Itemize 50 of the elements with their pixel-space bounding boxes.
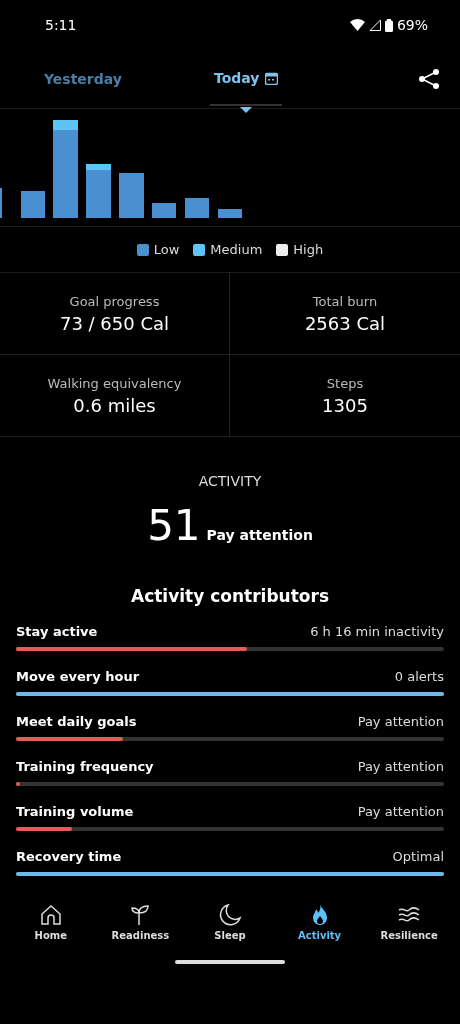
section-title: ACTIVITY (198, 473, 262, 489)
calendar-icon (265, 71, 279, 85)
share-icon[interactable] (418, 68, 440, 90)
contributor-reading: Pay attention (357, 804, 444, 819)
contributor-name: Move every hour (16, 669, 140, 684)
wifi-icon (349, 19, 365, 31)
status-time: 5:11 (45, 17, 77, 33)
stat-value: 73 / 650 Cal (59, 312, 170, 334)
activity-score: 51 (147, 501, 201, 550)
contributor-reading: Optimal (392, 849, 444, 864)
contributor-name: Training frequency (16, 759, 154, 774)
chart-bar-segment (86, 164, 111, 170)
contributors-heading: Activity contributors (131, 586, 329, 606)
contributor-reading: 0 alerts (394, 669, 444, 684)
chart-bar (218, 209, 242, 218)
contributor-reading: Pay attention (357, 714, 444, 729)
nav-tab[interactable]: Sleep (190, 902, 270, 942)
home-icon (38, 903, 63, 927)
contributor-name: Stay active (16, 624, 98, 639)
contributor-name: Meet daily goals (16, 714, 137, 729)
nav-tab[interactable]: Activity (279, 902, 360, 942)
stat-label: Total burn (312, 293, 378, 309)
stat-value: 2563 Cal (304, 312, 386, 334)
signal-icon (368, 19, 381, 31)
contributor-name: Recovery time (16, 849, 122, 864)
stat-label: Goal progress (69, 293, 160, 309)
chart-bar (152, 203, 176, 218)
contributor-name: Training volume (16, 804, 134, 819)
stat-label: Steps (326, 375, 364, 391)
moon-icon (218, 903, 242, 927)
battery-percent: 69% (396, 17, 428, 33)
nav-tab[interactable]: Resilience (369, 902, 450, 942)
chart-bar (86, 170, 111, 218)
legend-label: Low (153, 242, 180, 257)
score-status: Pay attention (206, 527, 313, 543)
legend-label: High (293, 242, 324, 257)
contributor-reading: 6 h 16 min inactivity (310, 624, 444, 639)
stat-value: 1305 (322, 394, 368, 416)
day-tab[interactable]: Yesterday (40, 53, 126, 105)
chart-bar (119, 173, 144, 218)
legend-label: Medium (210, 242, 263, 257)
stat-value: 0.6 miles (73, 394, 156, 416)
chart-bar-segment (53, 120, 78, 130)
nav-tab[interactable]: Readiness (100, 902, 181, 942)
battery-icon (384, 18, 393, 32)
contributor-reading: Pay attention (357, 759, 444, 774)
chart-bar (21, 191, 45, 218)
chart-bar (185, 198, 209, 218)
stat-label: Walking equivalency (47, 375, 182, 391)
nav-tab[interactable]: Home (10, 902, 91, 942)
